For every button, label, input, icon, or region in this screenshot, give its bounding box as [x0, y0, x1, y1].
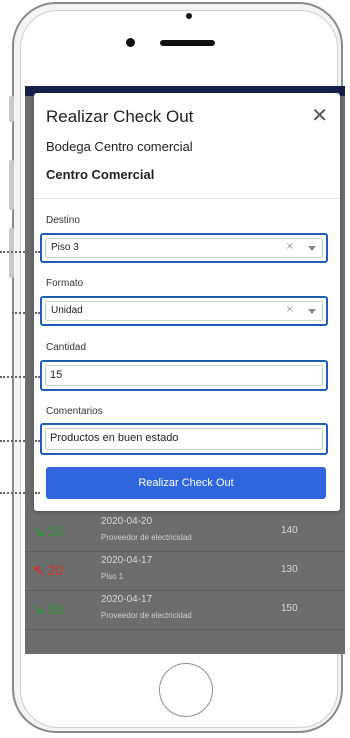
cantidad-label: Cantidad — [46, 342, 87, 353]
movement-list: ↘ 10 2020-04-20 Proveedor de electricidad… — [25, 513, 345, 630]
annotation-leader — [0, 492, 40, 494]
comentarios-input[interactable] — [50, 430, 310, 446]
list-item[interactable]: ↘ 50 2020-04-17 Proveedor de electricidad… — [25, 591, 345, 630]
comentarios-field[interactable] — [40, 423, 328, 455]
annotation-leader — [0, 251, 40, 253]
stock-value: 150 — [281, 603, 298, 614]
close-icon[interactable]: ✕ — [311, 103, 328, 127]
formato-select[interactable]: Unidad × — [40, 296, 328, 326]
list-item[interactable]: ↖ 20 2020-04-17 Piso 1 130 — [25, 552, 345, 591]
camera-icon — [126, 38, 135, 47]
volume-button — [9, 96, 14, 122]
movement-date: 2020-04-17 — [101, 594, 153, 605]
clear-icon[interactable]: × — [286, 304, 294, 315]
volume-down-button — [9, 228, 14, 278]
annotation-leader — [12, 312, 40, 314]
arrow-down-right-icon: ↘ — [33, 601, 45, 617]
cantidad-field[interactable] — [40, 360, 328, 391]
stock-value: 130 — [281, 564, 298, 575]
formato-value: Unidad — [51, 305, 83, 316]
arrow-down-right-icon: ↘ — [33, 523, 45, 539]
warehouse-name: Bodega Centro comercial — [46, 139, 193, 154]
checkout-modal: Realizar Check Out ✕ Bodega Centro comer… — [34, 93, 340, 511]
annotation-leader — [0, 440, 40, 442]
movement-date: 2020-04-20 — [101, 516, 153, 527]
home-button[interactable] — [159, 663, 213, 717]
arrow-up-left-icon: ↖ — [33, 562, 45, 578]
movement-source: Proveedor de electricidad — [101, 611, 192, 620]
destino-select[interactable]: Piso 3 × — [40, 233, 328, 263]
clear-icon[interactable]: × — [286, 241, 294, 252]
movement-date: 2020-04-17 — [101, 555, 153, 566]
location-name: Centro Comercial — [46, 167, 155, 182]
modal-title: Realizar Check Out — [46, 107, 194, 126]
quantity: ↘ 10 — [33, 523, 64, 539]
movement-source: Piso 1 — [101, 572, 124, 581]
chevron-down-icon[interactable] — [308, 246, 316, 251]
divider — [34, 198, 340, 199]
destino-label: Destino — [46, 215, 80, 226]
comentarios-label: Comentarios — [46, 406, 103, 417]
chevron-down-icon[interactable] — [308, 309, 316, 314]
sensor-dot — [186, 13, 192, 19]
quantity: ↘ 50 — [33, 601, 64, 617]
speaker-grille — [160, 40, 215, 46]
annotation-leader — [0, 376, 40, 378]
destino-value: Piso 3 — [51, 242, 79, 253]
formato-label: Formato — [46, 278, 84, 289]
list-item[interactable]: ↘ 10 2020-04-20 Proveedor de electricidad… — [25, 513, 345, 552]
volume-up-button — [9, 160, 14, 210]
quantity: ↖ 20 — [33, 562, 64, 578]
movement-source: Proveedor de electricidad — [101, 533, 192, 542]
checkout-button[interactable]: Realizar Check Out — [46, 467, 326, 499]
stock-value: 140 — [281, 525, 298, 536]
cantidad-input[interactable] — [50, 367, 310, 383]
